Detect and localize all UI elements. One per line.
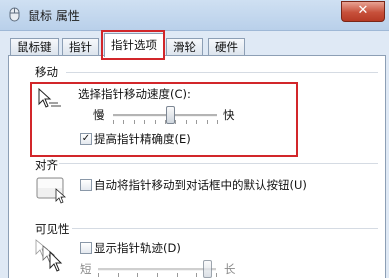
motion-group-line [66,72,378,73]
visibility-group-label: 可见性 [34,221,71,237]
tab-pointers[interactable]: 指针 [62,38,99,56]
slider-tick [196,273,197,277]
slider-tick [157,273,158,277]
slider-tick [137,273,138,277]
close-icon: ✕ [357,3,369,18]
tab-strip: 鼠标键 指针 指针选项 滑轮 硬件 [0,30,389,57]
trails-slider-track[interactable] [98,268,216,271]
trails-slider-thumb[interactable] [203,260,212,278]
tab-label: 指针 [69,40,92,54]
slider-tick [98,273,99,277]
slider-tick [177,273,178,277]
tab-wheel[interactable]: 滑轮 [166,38,203,56]
close-button[interactable]: ✕ [341,1,385,22]
tab-label: 硬件 [215,40,238,54]
motion-group-label: 移动 [34,64,59,80]
pointer-trails-checkbox[interactable] [80,242,92,254]
tab-hardware[interactable]: 硬件 [208,38,245,56]
tab-label: 鼠标键 [17,40,52,54]
snap-to-default-label: 自动将指针移动到对话框中的默认按钮(U) [94,178,307,192]
snap-to-default-checkbox[interactable] [80,179,92,191]
highlight-frame-motion [30,82,298,157]
highlight-frame-tab [101,30,165,60]
snap-to-icon [36,177,67,204]
mouse-icon [9,7,20,22]
window-title: 鼠标 属性 [28,9,80,23]
visibility-group-line [72,228,378,229]
snap-group-line [54,163,378,164]
slider-tick [216,273,217,277]
slider-tick [118,273,119,277]
title-bar: 鼠标 属性 ✕ [0,0,389,31]
tab-label: 滑轮 [173,40,196,54]
pointer-trails-label: 显示指针轨迹(D) [94,241,181,255]
pointer-trails-icon [35,239,63,272]
trails-short-label: 短 [80,262,92,276]
trails-long-label: 长 [224,262,236,276]
snap-group-label: 对齐 [34,157,59,173]
tab-buttons[interactable]: 鼠标键 [10,38,59,56]
